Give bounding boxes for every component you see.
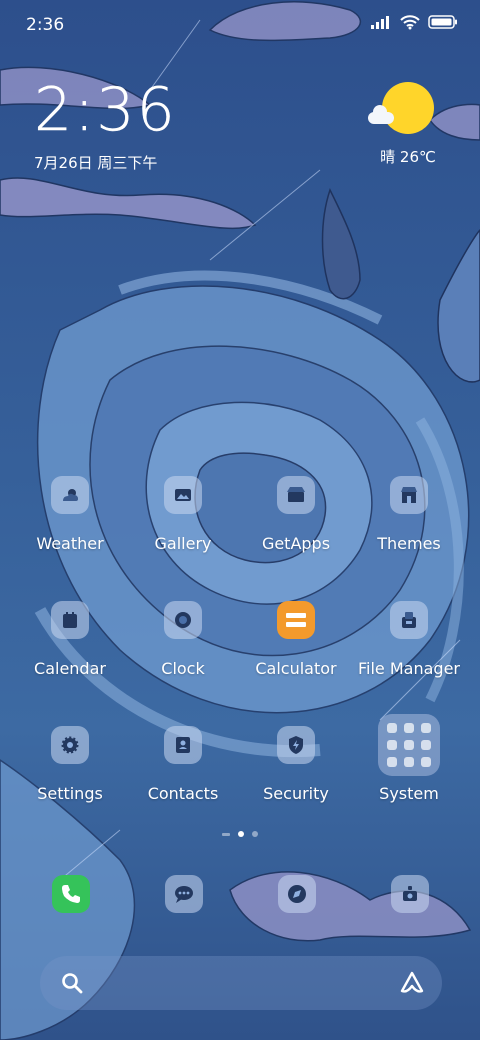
dock-phone[interactable] <box>52 875 90 913</box>
browser-icon <box>288 885 306 903</box>
battery-icon <box>428 15 457 29</box>
page-dot <box>252 831 258 837</box>
contacts-icon <box>164 726 202 764</box>
message-icon <box>175 886 193 903</box>
app-label: Calendar <box>34 659 106 678</box>
security-icon <box>277 726 315 764</box>
weather-icon <box>51 476 89 514</box>
app-clock[interactable]: Clock <box>128 601 238 678</box>
search-bar[interactable] <box>40 956 442 1010</box>
dock-browser[interactable] <box>278 875 316 913</box>
app-themes[interactable]: Themes <box>354 476 464 553</box>
clock-widget[interactable]: 2:36 7月26日 周三下午 <box>34 80 177 173</box>
app-calendar[interactable]: Calendar <box>15 601 125 678</box>
app-label: Themes <box>377 534 441 553</box>
app-calculator[interactable]: Calculator <box>241 601 351 678</box>
app-file-manager[interactable]: File Manager <box>354 601 464 678</box>
calculator-icon <box>277 601 315 639</box>
gallery-icon <box>164 476 202 514</box>
weather-widget[interactable]: 晴 26℃ <box>368 82 444 167</box>
app-contacts[interactable]: Contacts <box>128 726 238 803</box>
calendar-icon <box>51 601 89 639</box>
signal-icon <box>371 16 389 29</box>
assistant-icon[interactable] <box>398 969 426 997</box>
status-time: 2:36 <box>26 15 65 35</box>
page-dot-active <box>238 831 244 837</box>
app-gallery[interactable]: Gallery <box>128 476 238 553</box>
app-label: Security <box>263 784 329 803</box>
app-label: File Manager <box>358 659 460 678</box>
clock-icon <box>164 601 202 639</box>
app-label: Contacts <box>147 784 219 803</box>
settings-icon <box>51 726 89 764</box>
page-dot <box>222 832 230 836</box>
dock-messaging[interactable] <box>165 875 203 913</box>
dock-camera[interactable] <box>391 875 429 913</box>
weather-condition-temp: 晴 26℃ <box>380 148 436 166</box>
app-label: System <box>379 784 439 803</box>
widget-time: 2:36 <box>34 75 177 145</box>
wifi-icon <box>400 15 420 30</box>
app-label: Clock <box>161 659 205 678</box>
file-manager-icon <box>390 601 428 639</box>
app-label: Settings <box>37 784 103 803</box>
app-folder-system[interactable]: System <box>354 714 464 803</box>
sunny-icon <box>368 82 434 134</box>
widget-date: 7月26日 周三下午 <box>34 154 158 172</box>
app-settings[interactable]: Settings <box>15 726 125 803</box>
camera-icon <box>403 886 417 901</box>
app-label: Gallery <box>154 534 212 553</box>
getapps-icon <box>277 476 315 514</box>
page-indicator <box>0 831 480 837</box>
app-label: Weather <box>36 534 104 553</box>
status-icons <box>370 14 458 30</box>
app-security[interactable]: Security <box>241 726 351 803</box>
app-label: GetApps <box>261 534 331 553</box>
app-label: Calculator <box>255 659 337 678</box>
themes-icon <box>390 476 428 514</box>
app-weather[interactable]: Weather <box>15 476 125 553</box>
search-icon[interactable] <box>60 971 84 995</box>
app-getapps[interactable]: GetApps <box>241 476 351 553</box>
folder-icon <box>378 714 440 776</box>
phone-icon <box>62 885 80 903</box>
status-bar: 2:36 <box>0 0 480 50</box>
